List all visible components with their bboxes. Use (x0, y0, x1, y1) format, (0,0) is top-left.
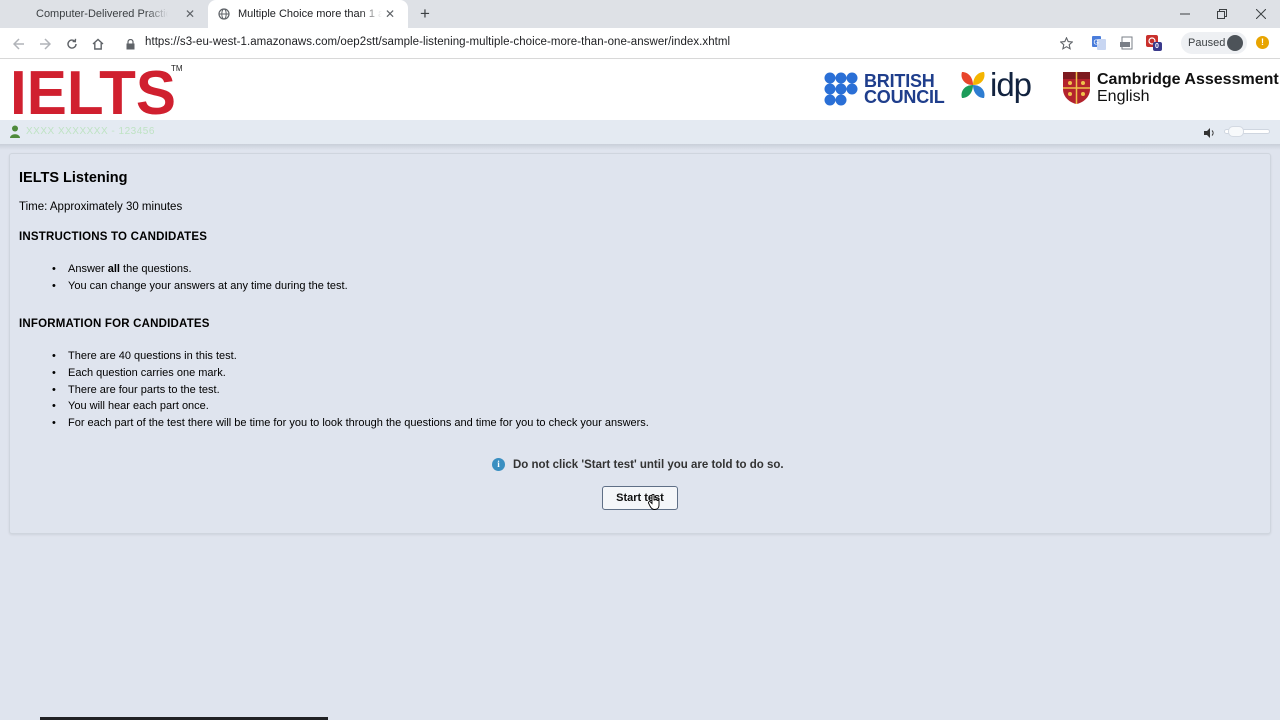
candidate-name: XXXX XXXXXXX - 123456 (26, 126, 155, 137)
tab-title: Computer-Delivered Practice List (36, 8, 168, 20)
star-icon[interactable] (1058, 35, 1074, 51)
close-icon[interactable]: ✕ (182, 6, 198, 22)
address-bar[interactable]: https://s3-eu-west-1.amazonaws.com/oep2s… (145, 36, 730, 48)
cambridge-assessment-logo: Cambridge Assessment English (1062, 71, 1279, 105)
avatar[interactable] (1227, 35, 1243, 51)
answer-text-post: the questions. (119, 263, 192, 275)
back-icon[interactable] (8, 33, 30, 55)
start-notice: i Do not click 'Start test' until you ar… (492, 458, 784, 471)
cambridge-shield-icon (1063, 72, 1090, 104)
header-shadow (0, 144, 1280, 150)
information-list: There are 40 questions in this test. Eac… (52, 348, 649, 432)
time-info: Time: Approximately 30 minutes (19, 201, 183, 213)
tab-title: Multiple Choice more than 1 answer (238, 8, 382, 20)
list-item: Answer all the questions. (52, 261, 348, 278)
list-item: There are four parts to the test. (52, 382, 649, 399)
volume-slider-handle[interactable] (1228, 126, 1244, 137)
minimize-icon[interactable] (1166, 0, 1204, 28)
cambridge-line-1: Cambridge Assessment (1097, 71, 1279, 88)
answer-text-bold: all (107, 263, 120, 275)
update-icon[interactable]: ! (1256, 36, 1269, 49)
home-icon[interactable] (87, 33, 109, 55)
idp-leaf-icon (961, 72, 985, 98)
instructions-list: Answer all the questions. You can change… (52, 261, 348, 295)
tab-practice-list[interactable]: Computer-Delivered Practice List ✕ (22, 0, 208, 28)
translate-icon[interactable]: G (1091, 35, 1107, 51)
browser-toolbar: https://s3-eu-west-1.amazonaws.com/oep2s… (0, 28, 1280, 59)
british-council-line-2: COUNCIL (864, 87, 945, 107)
browser-tab-strip: Computer-Delivered Practice List ✕ Multi… (0, 0, 1280, 28)
reload-icon[interactable] (61, 33, 83, 55)
ielts-logo-text: IELTS (10, 64, 176, 116)
info-icon: i (492, 458, 505, 471)
instructions-heading: INSTRUCTIONS TO CANDIDATES (19, 231, 208, 243)
cambridge-line-2: English (1097, 88, 1150, 105)
idp-text: idp (990, 66, 1032, 103)
candidate-user-icon (10, 125, 20, 143)
globe-icon (216, 6, 232, 22)
british-council-logo: BRITISH COUNCIL (824, 72, 945, 106)
forward-icon[interactable] (34, 33, 56, 55)
volume-icon[interactable] (1203, 126, 1215, 144)
notice-text: Do not click 'Start test' until you are … (513, 458, 784, 471)
british-council-dots-icon (824, 72, 858, 106)
list-item: For each part of the test there will be … (52, 415, 649, 432)
information-heading: INFORMATION FOR CANDIDATES (19, 318, 210, 330)
candidate-bar: XXXX XXXXXXX - 123456 (0, 120, 1280, 144)
hand-cursor-icon (647, 493, 660, 515)
profile-status-label: Paused (1188, 37, 1226, 49)
list-item: You will hear each part once. (52, 398, 649, 415)
ielts-logo: IELTS TM (10, 59, 183, 128)
list-item: You can change your answers at any time … (52, 278, 348, 295)
lock-icon[interactable] (126, 37, 135, 55)
tab-multiple-choice[interactable]: Multiple Choice more than 1 answer ✕ (208, 0, 408, 28)
list-item: There are 40 questions in this test. (52, 348, 649, 365)
close-icon[interactable] (1242, 0, 1280, 28)
pdf-icon[interactable] (1119, 35, 1135, 51)
british-council-text: BRITISH COUNCIL (864, 72, 945, 107)
new-tab-button[interactable]: + (415, 4, 435, 24)
list-item: Each question carries one mark. (52, 365, 649, 382)
svg-text:G: G (1094, 40, 1099, 47)
trademark-mark: TM (171, 64, 183, 73)
maximize-icon[interactable] (1203, 0, 1241, 28)
instructions-panel (9, 153, 1271, 534)
cambridge-assessment-text: Cambridge Assessment English (1097, 71, 1279, 105)
idp-logo: idp (958, 66, 1032, 103)
close-icon[interactable]: ✕ (382, 6, 398, 22)
extension-badge: 0 (1155, 43, 1159, 50)
page-title: IELTS Listening (19, 170, 128, 186)
start-test-button[interactable]: Start test (602, 486, 678, 510)
answer-text-pre: Answer (68, 263, 108, 275)
extension-icon[interactable]: 0 (1146, 35, 1162, 51)
